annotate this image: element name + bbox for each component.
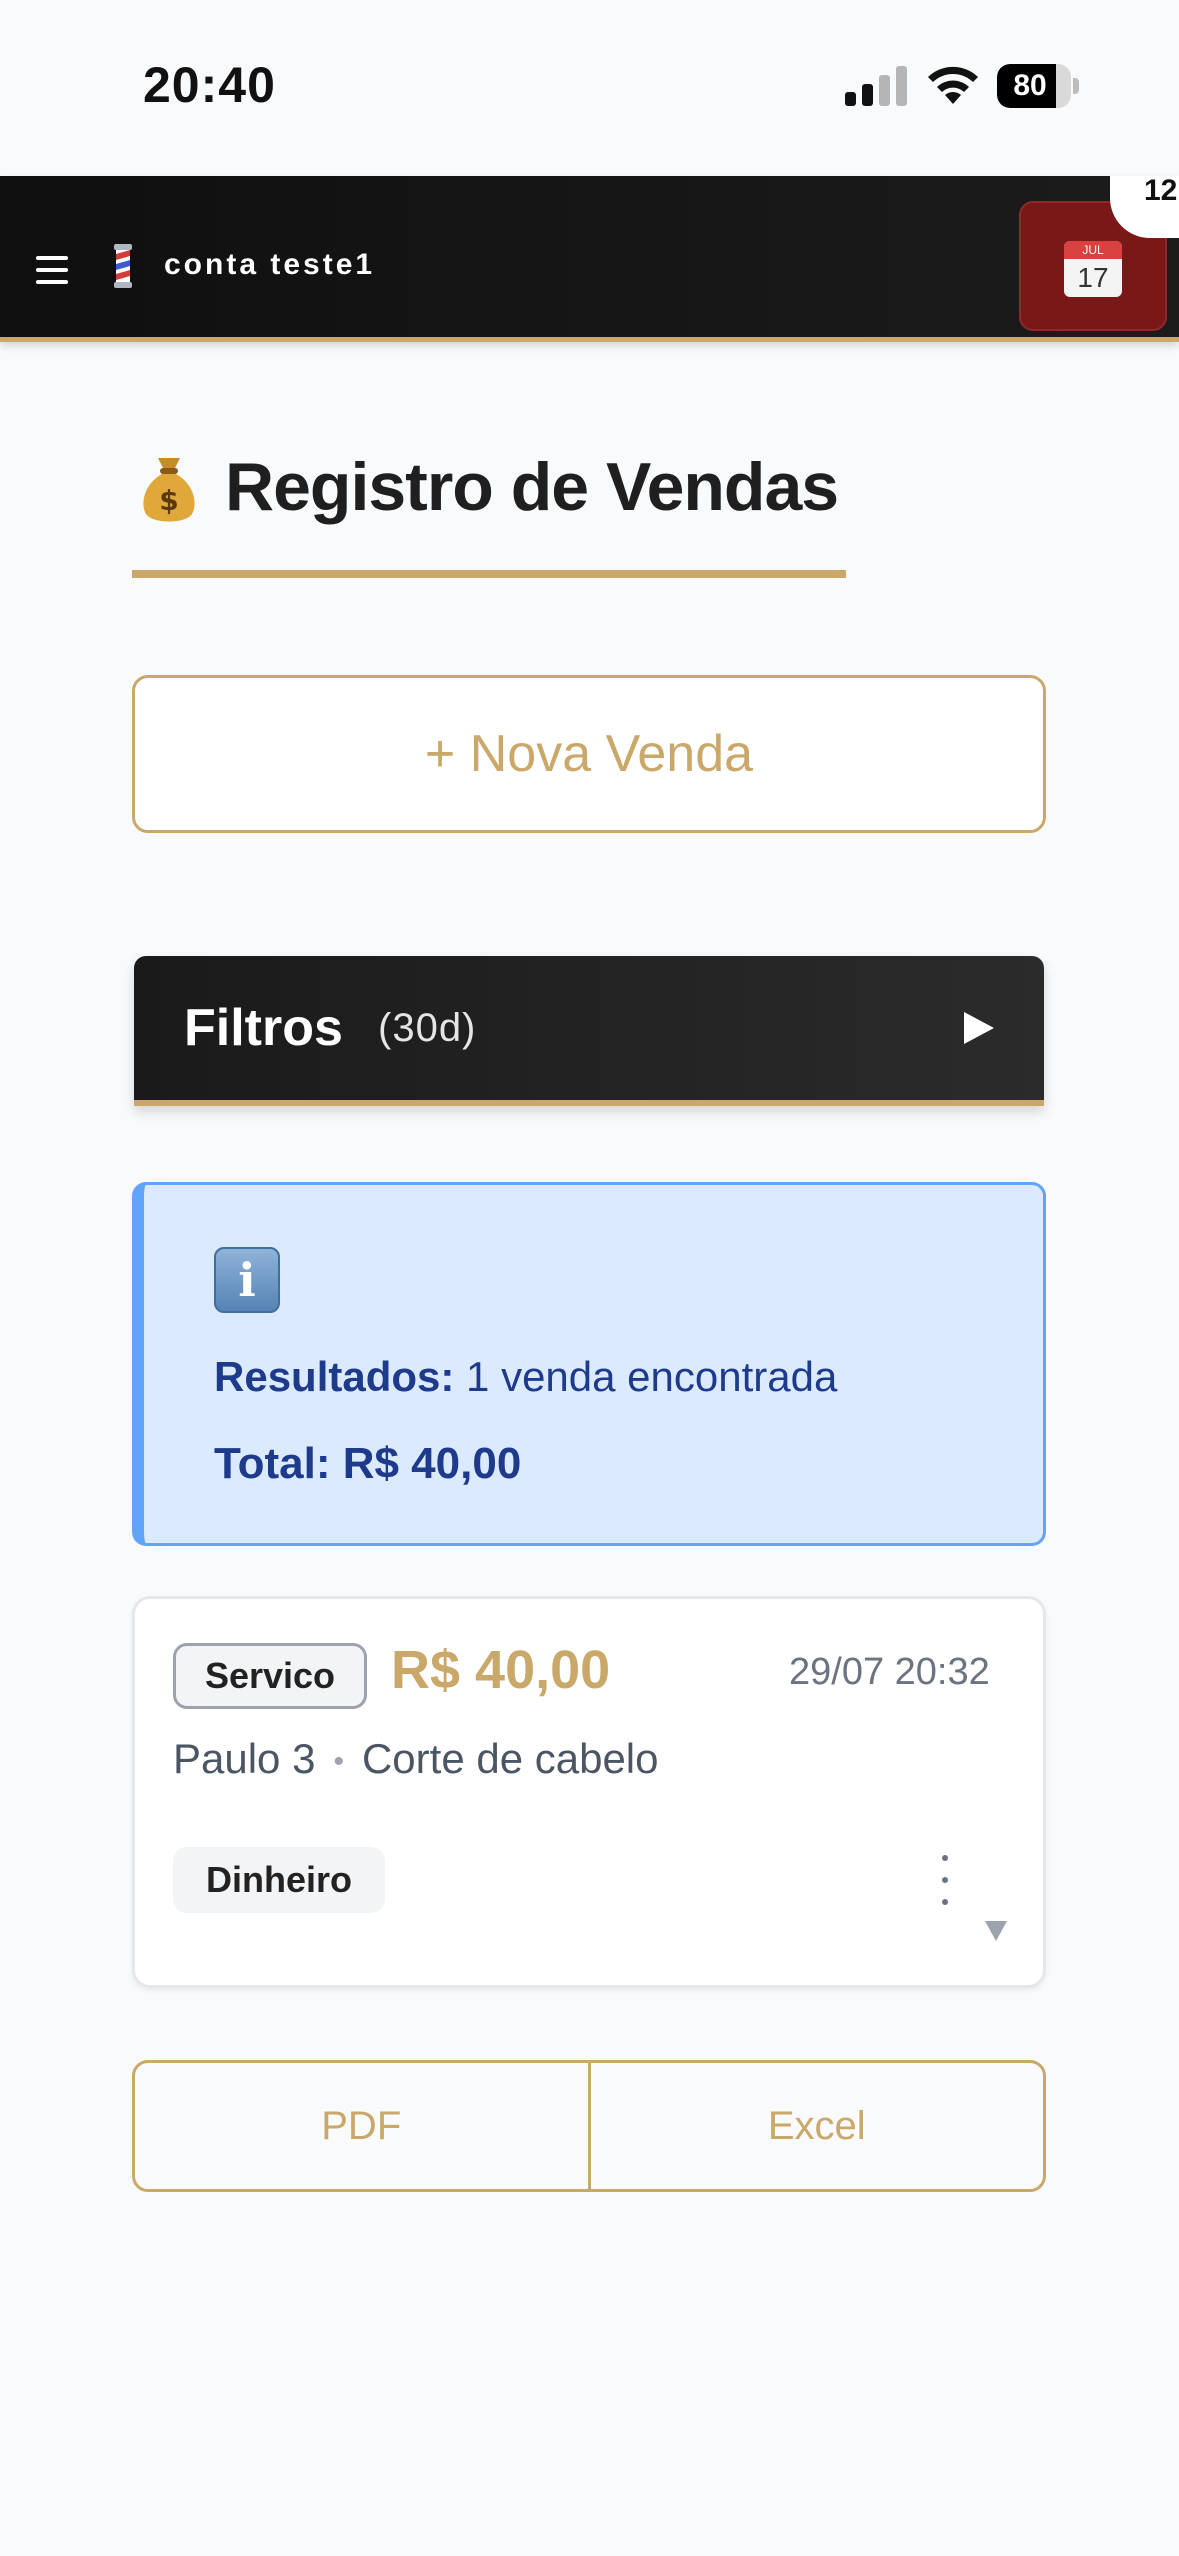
sale-date: 29/07 20:32 xyxy=(789,1651,990,1693)
calendar-month: JUL xyxy=(1064,241,1122,259)
results-text: 1 venda encontrada xyxy=(466,1353,838,1400)
svg-text:$: $ xyxy=(159,484,178,517)
battery-icon: 80 xyxy=(997,64,1079,108)
sale-amount: R$ 40,00 xyxy=(391,1640,611,1700)
results-summary: i Resultados: 1 venda encontrada Total: … xyxy=(132,1182,1046,1546)
new-sale-button[interactable]: + Nova Venda xyxy=(132,675,1046,833)
battery-percentage: 80 xyxy=(1013,69,1047,102)
wifi-icon xyxy=(928,66,978,104)
expand-arrow-icon[interactable] xyxy=(985,1921,1007,1941)
info-icon: i xyxy=(214,1247,280,1313)
results-count: Resultados: 1 venda encontrada xyxy=(214,1353,837,1401)
app-header: conta teste1 JUL 17 xyxy=(0,176,1179,342)
hamburger-menu-icon[interactable] xyxy=(36,256,68,284)
play-triangle-icon xyxy=(964,1012,994,1044)
calendar-day: 17 xyxy=(1077,262,1109,293)
results-label: Resultados: xyxy=(214,1353,455,1400)
export-buttons: PDF Excel xyxy=(132,2060,1046,2192)
status-time: 20:40 xyxy=(143,57,276,113)
sale-details: Paulo 3 • Corte de cabelo xyxy=(173,1735,659,1783)
separator-dot: • xyxy=(333,1744,344,1778)
page-header: $ Registro de Vendas xyxy=(132,448,846,578)
sale-type-badge: Servico xyxy=(173,1643,367,1709)
calendar-icon: JUL 17 xyxy=(1064,241,1122,297)
export-pdf-button[interactable]: PDF xyxy=(135,2063,588,2189)
filters-label: Filtros xyxy=(184,999,343,1057)
export-excel-button[interactable]: Excel xyxy=(587,2063,1044,2189)
filters-period: (30d) xyxy=(378,1006,477,1050)
sale-card[interactable]: Servico R$ 40,00 29/07 20:32 Paulo 3 • Cor… xyxy=(132,1596,1046,1988)
page-title: Registro de Vendas xyxy=(225,449,839,525)
cellular-signal-icon xyxy=(845,66,907,106)
account-name: conta teste1 xyxy=(164,248,376,281)
barber-pole-icon xyxy=(114,244,132,288)
status-bar: 20:40 80 xyxy=(0,0,1179,176)
sale-service: Corte de cabelo xyxy=(361,1735,659,1782)
payment-method-badge: Dinheiro xyxy=(173,1847,385,1913)
filters-toggle[interactable]: Filtros (30d) xyxy=(134,956,1044,1106)
money-bag-icon: $ xyxy=(143,458,195,522)
sale-client: Paulo 3 xyxy=(173,1735,316,1782)
results-total: Total: R$ 40,00 xyxy=(214,1439,522,1488)
more-options-icon[interactable] xyxy=(939,1855,951,1905)
